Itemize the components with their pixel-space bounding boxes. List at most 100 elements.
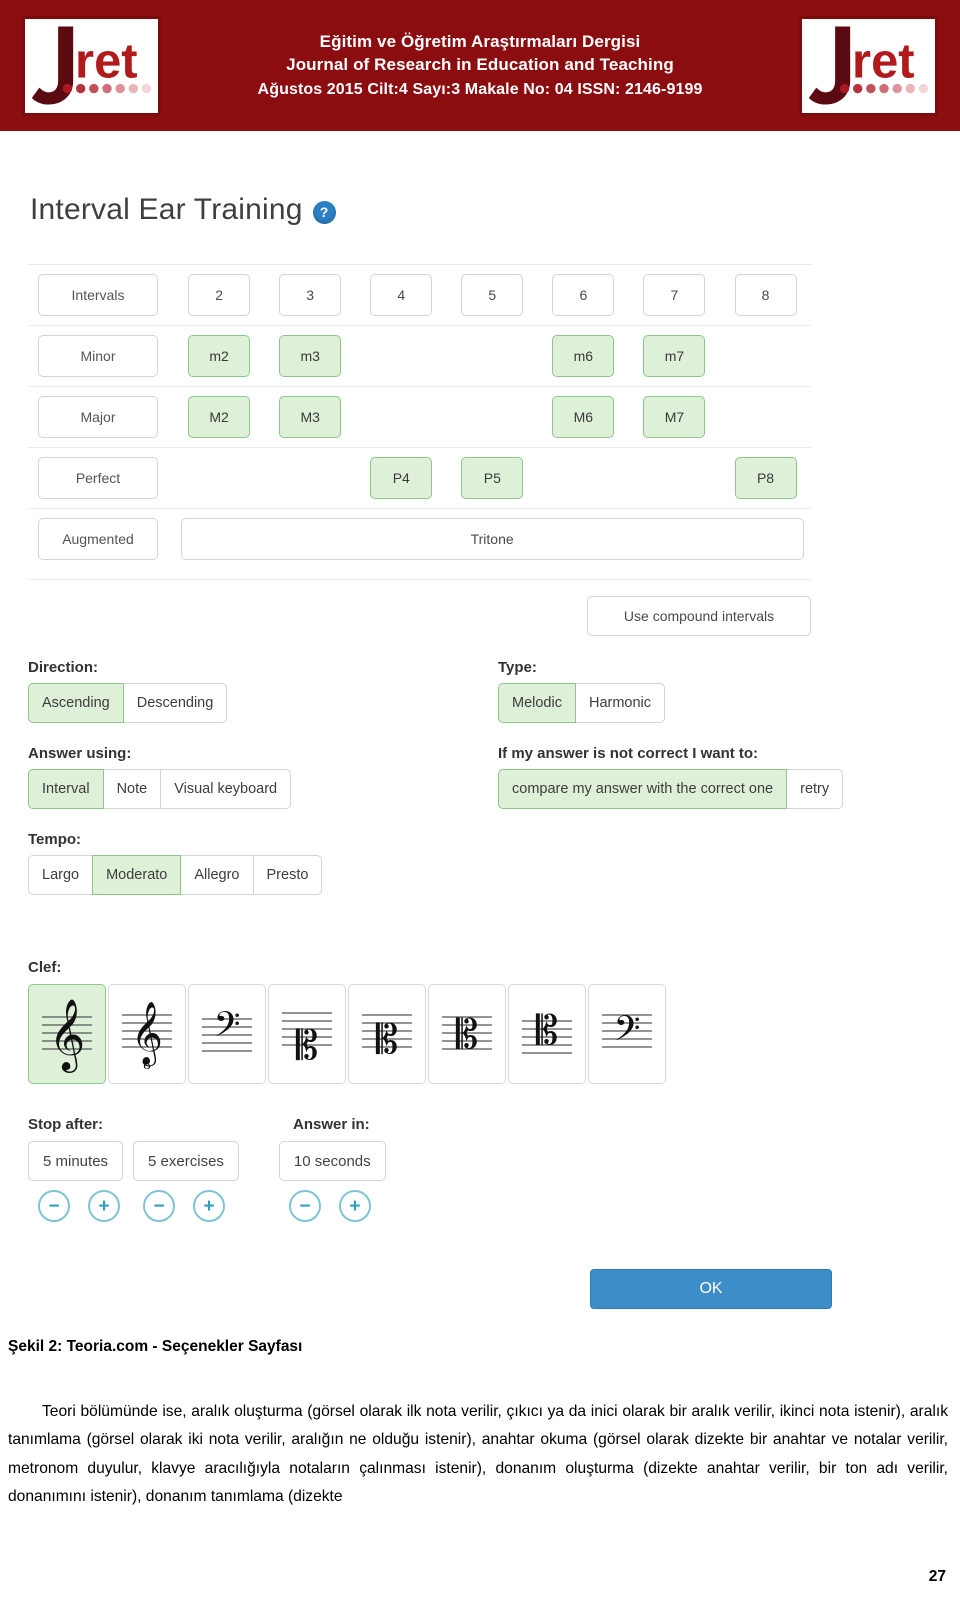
interval-column-4[interactable]: 4 — [370, 274, 433, 316]
direction-ascending-button[interactable]: Ascending — [28, 683, 124, 723]
treble-clef-8vb-icon: 𝄞 8 — [122, 1001, 172, 1073]
interval-M3-button[interactable]: M3 — [279, 396, 342, 438]
minor-row: Minor m2 m3 m6 m7 — [28, 325, 811, 386]
clef-baritone-c-button[interactable]: 𝄡 — [268, 984, 346, 1084]
type-block: Type: Melodic Harmonic — [498, 659, 928, 723]
interval-column-7[interactable]: 7 — [643, 274, 706, 316]
tempo-moderato-button[interactable]: Moderato — [92, 855, 182, 895]
type-group: Melodic Harmonic — [498, 683, 928, 723]
incorrect-answer-group: compare my answer with the correct one r… — [498, 769, 928, 809]
type-label: Type: — [498, 659, 537, 676]
compare-answer-button[interactable]: compare my answer with the correct one — [498, 769, 788, 809]
tempo-largo-button[interactable]: Largo — [28, 855, 94, 895]
answer-using-block: Answer using: Interval Note Visual keybo… — [28, 745, 498, 809]
stop-after-label: Stop after: — [28, 1116, 103, 1133]
interval-P5-button[interactable]: P5 — [461, 457, 524, 499]
tempo-allegro-button[interactable]: Allegro — [180, 855, 254, 895]
stop-after-minutes-stepper: 5 minutes − + — [28, 1141, 124, 1222]
answer-in-seconds-plus-button[interactable]: + — [338, 1190, 371, 1222]
interval-column-6[interactable]: 6 — [552, 274, 615, 316]
tempo-group: Largo Moderato Allegro Presto — [28, 855, 498, 895]
answer-using-interval-button[interactable]: Interval — [28, 769, 104, 809]
interval-tritone-button[interactable]: Tritone — [180, 518, 804, 560]
svg-text:𝄞: 𝄞 — [49, 997, 86, 1073]
teoria-options-screenshot: Interval Ear Training ? Intervals 2 3 4 … — [0, 131, 960, 1336]
page-number: 27 — [928, 1568, 946, 1585]
journal-title-tr: Eğitim ve Öğretim Araştırmaları Dergisi — [319, 32, 641, 51]
clef-mezzo-soprano-c-button[interactable]: 𝄡 — [508, 984, 586, 1084]
baritone-c-clef-icon: 𝄡 — [282, 1012, 332, 1069]
interval-m7-button[interactable]: m7 — [643, 335, 706, 377]
answer-using-note-button[interactable]: Note — [102, 769, 162, 809]
interval-M2-button[interactable]: M2 — [188, 396, 251, 438]
svg-text:𝄢: 𝄢 — [613, 1008, 640, 1057]
interval-P4-button[interactable]: P4 — [370, 457, 433, 499]
stop-after-exercises-stepper: 5 exercises − + — [133, 1141, 239, 1222]
intervals-header-row: Intervals 2 3 4 5 6 7 8 — [28, 264, 811, 325]
direction-block: Direction: Ascending Descending — [28, 659, 498, 723]
incorrect-answer-block: If my answer is not correct I want to: c… — [498, 745, 928, 809]
stop-after-exercises-minus-button[interactable]: − — [143, 1190, 176, 1222]
interval-perfect-empty-7 — [643, 457, 705, 499]
type-harmonic-button[interactable]: Harmonic — [574, 683, 666, 723]
interval-minor-empty-5 — [461, 335, 523, 377]
retry-button[interactable]: retry — [786, 769, 844, 809]
intervals-table: Intervals 2 3 4 5 6 7 8 Minor m2 m3 m6 m… — [28, 264, 811, 569]
treble-clef-icon: 𝄞 — [42, 997, 92, 1073]
answer-using-label: Answer using: — [28, 745, 132, 762]
tempo-block: Tempo: Largo Moderato Allegro Presto — [28, 831, 498, 895]
interval-M6-button[interactable]: M6 — [552, 396, 615, 438]
limits-area: Stop after: Answer in: 5 minutes − + 5 e… — [28, 1116, 528, 1222]
compound-intervals-row: Use compound intervals — [28, 579, 811, 636]
journal-header-banner: ret Eğitim ve Öğretim Araştırmaları Derg… — [0, 0, 960, 131]
svg-text:8: 8 — [143, 1057, 151, 1073]
answer-in-seconds-value[interactable]: 10 seconds — [278, 1141, 386, 1181]
interval-column-2[interactable]: 2 — [188, 274, 251, 316]
stop-after-exercises-plus-button[interactable]: + — [193, 1190, 226, 1222]
interval-m2-button[interactable]: m2 — [188, 335, 251, 377]
interval-m3-button[interactable]: m3 — [279, 335, 342, 377]
interval-column-3[interactable]: 3 — [279, 274, 342, 316]
direction-descending-button[interactable]: Descending — [122, 683, 228, 723]
row-label-major: Major — [38, 396, 158, 438]
type-melodic-button[interactable]: Melodic — [498, 683, 576, 723]
tempo-label: Tempo: — [28, 831, 82, 848]
stop-after-minutes-minus-button[interactable]: − — [38, 1190, 70, 1222]
clef-bass-low-button[interactable]: 𝄢 — [588, 984, 666, 1084]
clef-alto-c-button[interactable]: 𝄡 — [428, 984, 506, 1084]
jret-logo-right: ret — [799, 16, 938, 116]
ok-button[interactable]: OK — [590, 1269, 832, 1309]
stop-after-minutes-plus-button[interactable]: + — [88, 1190, 120, 1222]
perfect-row: Perfect P4 P5 P8 — [28, 447, 811, 508]
interval-column-8[interactable]: 8 — [734, 274, 797, 316]
stop-after-minutes-value[interactable]: 5 minutes — [28, 1141, 124, 1181]
row-label-augmented: Augmented — [38, 518, 158, 560]
interval-major-empty-4 — [370, 396, 432, 438]
svg-text:𝄡: 𝄡 — [376, 1017, 398, 1063]
row-label-minor: Minor — [38, 335, 158, 377]
limits-labels: Stop after: Answer in: — [28, 1116, 528, 1133]
use-compound-intervals-button[interactable]: Use compound intervals — [587, 596, 811, 636]
interval-major-empty-5 — [461, 396, 523, 438]
answer-in-seconds-minus-button[interactable]: − — [288, 1190, 321, 1222]
stop-after-exercises-value[interactable]: 5 exercises — [133, 1141, 239, 1181]
clef-tenor-c-button[interactable]: 𝄡 — [348, 984, 426, 1084]
svg-text:𝄡: 𝄡 — [456, 1012, 478, 1058]
clef-treble-8vb-button[interactable]: 𝄞 8 — [108, 984, 186, 1084]
svg-text:ret: ret — [852, 34, 914, 88]
interval-m6-button[interactable]: m6 — [552, 335, 615, 377]
page-title: Interval Ear Training ? — [30, 193, 336, 227]
direction-group: Ascending Descending — [28, 683, 498, 723]
help-icon[interactable]: ? — [312, 200, 336, 224]
clef-treble-button[interactable]: 𝄞 — [28, 984, 106, 1084]
interval-M7-button[interactable]: M7 — [643, 396, 706, 438]
interval-major-empty-8 — [735, 396, 797, 438]
row-label-perfect: Perfect — [38, 457, 158, 499]
interval-column-5[interactable]: 5 — [461, 274, 524, 316]
tempo-presto-button[interactable]: Presto — [252, 855, 323, 895]
answer-using-visual-keyboard-button[interactable]: Visual keyboard — [160, 769, 292, 809]
body-paragraph-text: Teori bölümünde ise, aralık oluşturma (g… — [8, 1403, 948, 1506]
interval-P8-button[interactable]: P8 — [734, 457, 797, 499]
interval-minor-empty-8 — [735, 335, 797, 377]
clef-bass-button[interactable]: 𝄢 — [188, 984, 266, 1084]
